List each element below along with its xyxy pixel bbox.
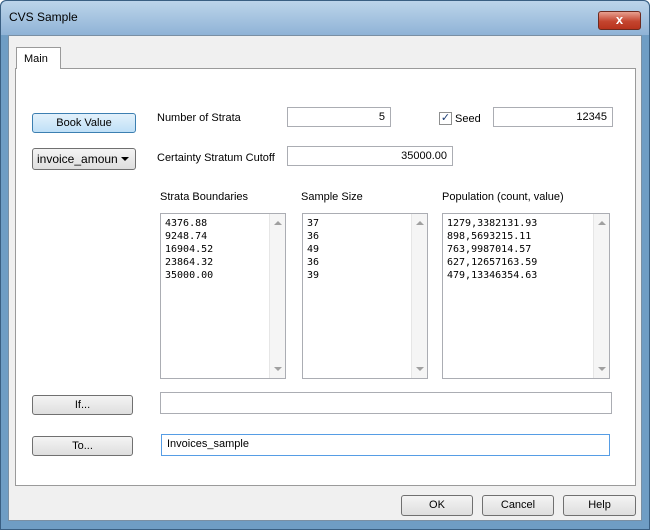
certainty-cutoff-label: Certainty Stratum Cutoff	[157, 152, 275, 164]
close-icon: x	[615, 12, 624, 27]
scrollbar[interactable]	[411, 214, 427, 378]
list-item[interactable]: 23864.32	[165, 256, 213, 269]
list-item[interactable]: 627,12657163.59	[447, 256, 537, 269]
scroll-up-icon[interactable]	[274, 221, 282, 225]
chevron-down-icon	[121, 157, 129, 161]
list-item[interactable]: 9248.74	[165, 230, 213, 243]
help-button[interactable]: Help	[563, 495, 636, 516]
field-dropdown[interactable]: invoice_amoun	[32, 148, 136, 170]
list-item[interactable]: 49	[307, 243, 319, 256]
scroll-up-icon[interactable]	[416, 221, 424, 225]
title-bar[interactable]: CVS Sample x	[1, 1, 649, 35]
if-button[interactable]: If...	[32, 395, 133, 415]
population-items: 1279,3382131.93 898,5693215.11 763,99870…	[447, 217, 537, 282]
list-item[interactable]: 763,9987014.57	[447, 243, 537, 256]
list-item[interactable]: 36	[307, 256, 319, 269]
dialog-client: Main Book Value invoice_amoun Number of …	[8, 35, 642, 521]
scrollbar[interactable]	[593, 214, 609, 378]
list-item[interactable]: 35000.00	[165, 269, 213, 282]
scroll-down-icon[interactable]	[416, 367, 424, 371]
strata-boundaries-list[interactable]: 4376.88 9248.74 16904.52 23864.32 35000.…	[160, 213, 286, 379]
window-title: CVS Sample	[9, 10, 78, 24]
to-button[interactable]: To...	[32, 436, 133, 456]
population-list[interactable]: 1279,3382131.93 898,5693215.11 763,99870…	[442, 213, 610, 379]
ok-button[interactable]: OK	[401, 495, 473, 516]
close-button[interactable]: x	[598, 11, 641, 30]
cancel-button[interactable]: Cancel	[482, 495, 554, 516]
scroll-down-icon[interactable]	[274, 367, 282, 371]
scrollbar[interactable]	[269, 214, 285, 378]
if-expression-input[interactable]	[160, 392, 612, 414]
to-output-input[interactable]: Invoices_sample	[161, 434, 610, 456]
strata-boundaries-items: 4376.88 9248.74 16904.52 23864.32 35000.…	[165, 217, 213, 282]
book-value-button[interactable]: Book Value	[32, 113, 136, 133]
list-item[interactable]: 39	[307, 269, 319, 282]
list-item[interactable]: 36	[307, 230, 319, 243]
list-item[interactable]: 479,13346354.63	[447, 269, 537, 282]
seed-input[interactable]: 12345	[493, 107, 613, 127]
list-item[interactable]: 898,5693215.11	[447, 230, 537, 243]
scroll-down-icon[interactable]	[598, 367, 606, 371]
population-label: Population (count, value)	[442, 191, 564, 203]
tab-main[interactable]: Main	[16, 47, 61, 69]
list-item[interactable]: 16904.52	[165, 243, 213, 256]
sample-size-label: Sample Size	[301, 191, 363, 203]
tab-panel-main: Book Value invoice_amoun Number of Strat…	[15, 68, 636, 486]
seed-checkbox[interactable]: ✓	[439, 112, 452, 125]
dialog-window: CVS Sample x Main Book Value invoice_amo…	[0, 0, 650, 530]
field-dropdown-value: invoice_amoun	[37, 152, 118, 166]
list-item[interactable]: 37	[307, 217, 319, 230]
list-item[interactable]: 1279,3382131.93	[447, 217, 537, 230]
number-of-strata-input[interactable]: 5	[287, 107, 391, 127]
sample-size-list[interactable]: 37 36 49 36 39	[302, 213, 428, 379]
scroll-up-icon[interactable]	[598, 221, 606, 225]
seed-label: Seed	[455, 113, 481, 125]
certainty-cutoff-input[interactable]: 35000.00	[287, 146, 453, 166]
sample-size-items: 37 36 49 36 39	[307, 217, 319, 282]
strata-boundaries-label: Strata Boundaries	[160, 191, 249, 203]
list-item[interactable]: 4376.88	[165, 217, 213, 230]
number-of-strata-label: Number of Strata	[157, 112, 241, 124]
check-icon: ✓	[440, 112, 451, 124]
